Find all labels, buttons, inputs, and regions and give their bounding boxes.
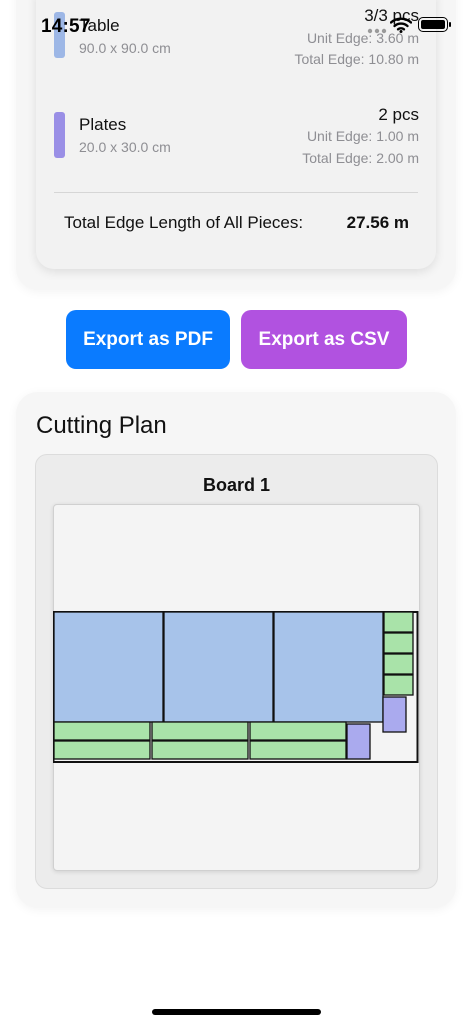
export-pdf-button[interactable]: Export as PDF	[66, 310, 230, 369]
status-time: 14:57	[41, 16, 91, 37]
cut-piece-strip	[53, 740, 151, 760]
home-indicator[interactable]	[152, 1009, 321, 1015]
piece-name: Plates	[79, 115, 127, 134]
board-layout-diagram	[53, 611, 419, 763]
cut-piece-small-piece	[346, 723, 371, 760]
cut-piece-large-panel	[53, 611, 164, 723]
status-bar: 14:57	[0, 0, 473, 50]
cut-piece-small-piece	[382, 696, 407, 733]
battery-icon	[418, 17, 451, 32]
ellipsis-icon	[367, 28, 387, 34]
piece-dimensions: 20.0 x 30.0 cm	[79, 139, 171, 155]
cut-piece-strip	[383, 611, 414, 633]
cut-piece-large-panel	[163, 611, 274, 723]
cut-piece-strip	[383, 653, 414, 675]
cut-piece-large-panel	[273, 611, 384, 723]
piece-count: 2 pcs	[378, 105, 419, 124]
piece-color-swatch	[54, 112, 65, 158]
cut-piece-strip	[249, 740, 347, 760]
board-title: Board 1	[202, 475, 271, 495]
total-edge-label: Total Edge Length of All Pieces:	[64, 213, 304, 232]
divider	[54, 192, 418, 193]
export-csv-button[interactable]: Export as CSV	[241, 310, 407, 369]
total-edge-value: 27.56 m	[346, 213, 409, 232]
piece-unit-edge: Unit Edge: 1.00 m	[306, 128, 419, 144]
cutting-plan-title: Cutting Plan	[36, 412, 167, 439]
cut-piece-strip	[151, 740, 249, 760]
cut-piece-strip	[383, 674, 414, 696]
cut-piece-strip	[151, 721, 249, 741]
wifi-icon	[390, 17, 412, 33]
cut-piece-strip	[249, 721, 347, 741]
cut-piece-strip	[383, 632, 414, 654]
cut-piece-strip	[53, 721, 151, 741]
piece-total-edge: Total Edge: 2.00 m	[302, 150, 419, 166]
piece-total-edge: Total Edge: 10.80 m	[294, 51, 419, 67]
